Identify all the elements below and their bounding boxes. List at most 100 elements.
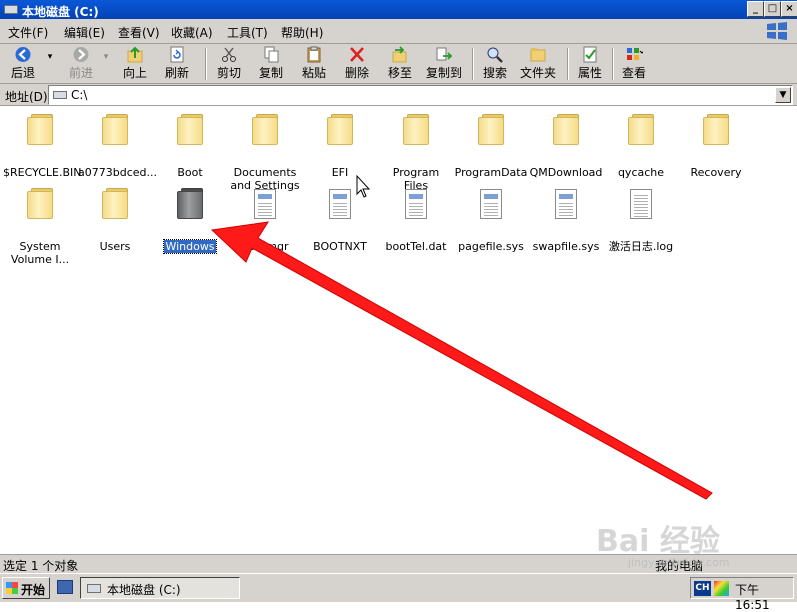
refresh-button[interactable]: 刷新 — [160, 46, 194, 82]
folder-icon — [324, 113, 356, 147]
properties-icon — [581, 46, 599, 63]
file-item[interactable]: swapfile.sys — [528, 187, 604, 253]
address-bar: 地址(D) C:\ ▼ — [0, 84, 797, 106]
search-icon — [486, 46, 504, 63]
toolbar-separator — [472, 48, 474, 80]
file-name: swapfile.sys — [532, 240, 600, 253]
file-item[interactable]: Windows — [152, 187, 228, 254]
folders-button[interactable]: 文件夹 — [516, 46, 560, 82]
menu-favorites[interactable]: 收藏(A) — [171, 24, 213, 41]
close-button[interactable]: × — [781, 1, 797, 17]
folder-icon — [475, 113, 507, 147]
taskbar-item-explorer[interactable]: 本地磁盘 (C:) — [80, 577, 240, 599]
file-item[interactable]: BOOTNXT — [302, 187, 378, 253]
language-indicator[interactable]: CH — [694, 581, 711, 596]
folder-icon — [24, 113, 56, 147]
address-dropdown-icon[interactable]: ▼ — [775, 87, 791, 103]
refresh-icon — [168, 46, 186, 63]
back-button[interactable]: 后退 — [4, 46, 42, 82]
folder-icon — [24, 187, 56, 221]
delete-x-icon — [348, 46, 366, 63]
system-file-icon — [400, 187, 432, 221]
start-button[interactable]: 开始 — [2, 577, 50, 599]
file-item[interactable]: Program Files — [378, 113, 454, 192]
forward-arrow-icon — [72, 46, 90, 63]
folder-icon — [249, 113, 281, 147]
properties-button[interactable]: 属性 — [573, 46, 607, 82]
move-to-icon — [391, 46, 409, 63]
folder-icon — [174, 187, 206, 221]
toolbar-separator — [612, 48, 614, 80]
tray-app-icon[interactable] — [714, 581, 729, 596]
file-item[interactable]: pagefile.sys — [453, 187, 529, 253]
file-name: bootTel.dat — [385, 240, 447, 253]
watermark-url: jingyan.baidu.com — [628, 556, 730, 569]
drive-icon — [4, 5, 18, 14]
windows-flag-icon — [6, 582, 18, 594]
file-name: qycache — [617, 166, 665, 179]
menu-view[interactable]: 查看(V) — [118, 24, 160, 41]
file-item[interactable]: Users — [77, 187, 153, 253]
views-button[interactable]: 查看 — [617, 46, 651, 82]
watermark-brand: Bai 经验 — [596, 524, 720, 559]
file-item[interactable]: $RECYCLE.BIN — [2, 113, 81, 179]
menu-file[interactable]: 文件(F) — [8, 24, 48, 41]
file-item[interactable]: Recovery — [678, 113, 754, 179]
forward-dropdown[interactable]: ▾ — [100, 52, 112, 88]
folders-icon — [529, 46, 547, 63]
windows-logo-icon — [767, 22, 787, 40]
file-item[interactable]: EFI — [302, 113, 378, 179]
file-name: ProgramData — [454, 166, 528, 179]
address-value: C:\ — [71, 88, 88, 102]
folder-icon — [174, 113, 206, 147]
views-grid-icon — [625, 46, 645, 63]
menu-help[interactable]: 帮助(H) — [281, 24, 323, 41]
menu-edit[interactable]: 编辑(E) — [64, 24, 105, 41]
folder-icon — [625, 113, 657, 147]
file-name: System Volume I... — [10, 240, 70, 266]
file-item[interactable]: System Volume I... — [2, 187, 78, 266]
file-item[interactable]: bootmgr — [227, 187, 303, 253]
paste-button[interactable]: 粘贴 — [297, 46, 331, 82]
file-name: pagefile.sys — [458, 240, 524, 253]
system-file-icon — [249, 187, 281, 221]
file-item[interactable]: bootTel.dat — [378, 187, 454, 253]
system-tray: CH 下午 16:51 — [690, 577, 794, 612]
file-item[interactable]: 激活日志.log — [603, 187, 679, 253]
forward-button[interactable]: 前进 — [62, 46, 100, 82]
file-item[interactable]: Boot — [152, 113, 228, 179]
file-name: BOOTNXT — [313, 240, 367, 253]
file-name: $RECYCLE.BIN — [3, 166, 82, 179]
system-file-icon — [324, 187, 356, 221]
search-button[interactable]: 搜索 — [478, 46, 512, 82]
file-item[interactable]: a0773bdced... — [77, 113, 157, 179]
toolbar-separator — [567, 48, 569, 80]
cut-button[interactable]: 剪切 — [212, 46, 246, 82]
file-item[interactable]: Documents and Settings — [227, 113, 303, 192]
file-name: Windows — [163, 239, 217, 254]
address-input[interactable]: C:\ ▼ — [48, 85, 793, 105]
file-name: bootmgr — [241, 240, 289, 253]
copy-to-icon — [435, 46, 453, 63]
folder-icon — [700, 113, 732, 147]
copy-button[interactable]: 复制 — [254, 46, 288, 82]
minimize-button[interactable]: _ — [747, 1, 764, 17]
watermark: Bai 经验 jingyan.baidu.com — [596, 516, 730, 569]
show-desktop-icon[interactable] — [57, 580, 73, 594]
file-name: Boot — [177, 166, 203, 179]
menu-tools[interactable]: 工具(T) — [227, 24, 268, 41]
back-dropdown[interactable]: ▾ — [44, 52, 56, 88]
copy-to-button[interactable]: 复制到 — [424, 46, 464, 82]
toolbar: 后退 ▾ 前进 ▾ 向上 刷新 剪切 复制 粘贴 删除 移至 复制到 搜索 文件… — [0, 44, 797, 84]
delete-button[interactable]: 删除 — [340, 46, 374, 82]
copy-icon — [262, 46, 280, 63]
file-name: Recovery — [690, 166, 742, 179]
maximize-button[interactable]: □ — [764, 1, 781, 17]
file-item[interactable]: ProgramData — [453, 113, 529, 179]
up-button[interactable]: 向上 — [118, 46, 152, 82]
file-item[interactable]: qycache — [603, 113, 679, 179]
toolbar-separator — [205, 48, 207, 80]
move-to-button[interactable]: 移至 — [383, 46, 417, 82]
file-item[interactable]: QMDownload — [528, 113, 604, 179]
text-file-icon — [625, 187, 657, 221]
